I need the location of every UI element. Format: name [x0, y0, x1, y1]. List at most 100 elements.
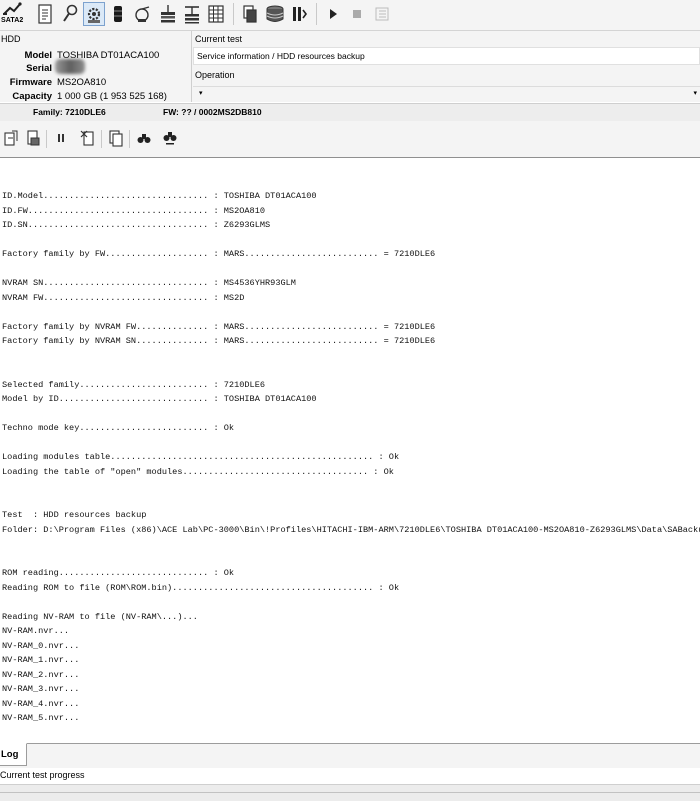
drive-icon — [111, 4, 125, 24]
family-bar: Family: 7210DLE6 FW: ?? / 0002MS2DB810 — [0, 103, 700, 122]
list-icon — [375, 7, 389, 21]
capacity-label: Capacity — [12, 91, 52, 102]
database-icon — [265, 4, 285, 24]
firmware-label: Firmware — [9, 77, 52, 88]
log-line: Loading the table of "open" modules.....… — [2, 466, 394, 477]
find-next-button[interactable] — [159, 128, 181, 150]
pipes-button[interactable] — [288, 2, 310, 26]
gear-tool-icon — [85, 4, 103, 24]
hdd-stack-button[interactable] — [157, 2, 179, 26]
head-button[interactable] — [132, 2, 154, 26]
copy-button[interactable] — [239, 2, 261, 26]
model-label: Model — [24, 50, 52, 61]
binoculars-next-icon — [163, 131, 177, 148]
play-icon — [328, 8, 338, 20]
log-line: NV-RAM_3.nvr... — [2, 684, 80, 694]
operation-select[interactable]: ▾ ▾ — [193, 86, 700, 101]
tab-strip: Log — [0, 743, 700, 768]
save-doc-icon — [25, 129, 41, 150]
search-key-button[interactable] — [59, 2, 81, 26]
toolbar-divider — [233, 3, 234, 25]
hdd-stack-icon — [159, 4, 177, 24]
copy-icon — [241, 4, 259, 24]
log-line: Model by ID.............................… — [2, 394, 317, 404]
log-line: NVRAM FW................................… — [2, 292, 245, 303]
stop-icon — [352, 9, 362, 19]
id-button[interactable] — [34, 2, 56, 26]
log-line: NVRAM SN................................… — [2, 278, 296, 288]
log-line: NV-RAM_0.nvr... — [2, 640, 80, 651]
stop-button[interactable] — [346, 2, 368, 26]
list-button[interactable] — [371, 2, 393, 26]
gear-tool-button[interactable] — [83, 2, 105, 26]
pause-button[interactable] — [50, 128, 72, 150]
log-line: ID.FW...................................… — [2, 205, 266, 216]
open-button[interactable] — [0, 128, 22, 150]
log-line: ROM reading.............................… — [2, 568, 235, 578]
log-toolbar — [0, 121, 700, 158]
fw-value: FW: ?? / 0002MS2DB810 — [163, 107, 262, 117]
log-line: NV-RAM_4.nvr... — [2, 698, 80, 709]
log-line: Factory family by NVRAM FW..............… — [2, 321, 436, 332]
operation-heading: Operation — [195, 70, 235, 80]
log-line: Reading NV-RAM to file (NV-RAM\...)... — [2, 611, 198, 622]
log-line: Test : HDD resources backup — [2, 510, 147, 520]
progress-bar — [0, 784, 700, 801]
find-button[interactable] — [133, 128, 155, 150]
sata-port-icon — [2, 2, 22, 16]
pipes-icon — [290, 4, 308, 24]
toolbar-divider — [46, 130, 47, 148]
play-button[interactable] — [322, 2, 344, 26]
binoculars-icon — [137, 132, 151, 147]
chevron-down-icon: ▾ — [199, 90, 203, 97]
log-line: Selected family.........................… — [2, 379, 266, 390]
copy-log-button[interactable] — [105, 128, 127, 150]
log-line: NV-RAM_5.nvr... — [2, 713, 80, 723]
grid-button[interactable] — [205, 2, 227, 26]
tower-icon — [183, 4, 201, 24]
head-icon — [134, 4, 152, 24]
port-label: SATA2 — [1, 17, 24, 24]
grid-icon — [207, 4, 225, 24]
log-line: Folder: D:\Program Files (x86)\ACE Lab\P… — [2, 524, 700, 535]
hdd-heading: HDD — [1, 34, 21, 44]
log-line: NV-RAM.nvr... — [2, 626, 70, 636]
log-line: Techno mode key.........................… — [2, 423, 235, 433]
database-button[interactable] — [264, 2, 286, 26]
panel-divider — [191, 31, 192, 102]
progress-label: Current test progress — [0, 770, 85, 780]
log-line: Loading modules table...................… — [2, 452, 400, 462]
serial-redaction — [55, 59, 85, 74]
open-doc-icon — [3, 129, 19, 150]
main-toolbar: SATA2 — [0, 0, 700, 31]
log-line: ID.Model................................… — [2, 191, 317, 201]
log-line: Factory family by NVRAM SN..............… — [2, 336, 436, 346]
tower-button[interactable] — [181, 2, 203, 26]
log-view[interactable]: ID.Model................................… — [0, 158, 700, 743]
toolbar-divider — [316, 3, 317, 25]
log-line: Factory family by FW....................… — [2, 249, 436, 259]
current-test-field: Service information / HDD resources back… — [193, 47, 700, 65]
drive-button[interactable] — [107, 2, 129, 26]
delete-log-button[interactable] — [77, 128, 99, 150]
save-button[interactable] — [22, 128, 44, 150]
current-test-heading: Current test — [195, 34, 243, 44]
pause-icon — [56, 132, 66, 147]
id-card-icon — [37, 4, 53, 24]
progress-track — [0, 792, 700, 793]
log-line: Reading ROM to file (ROM\ROM.bin).......… — [2, 582, 400, 593]
chevron-down-icon: ▾ — [693, 90, 697, 97]
tab-log[interactable]: Log — [0, 743, 27, 766]
